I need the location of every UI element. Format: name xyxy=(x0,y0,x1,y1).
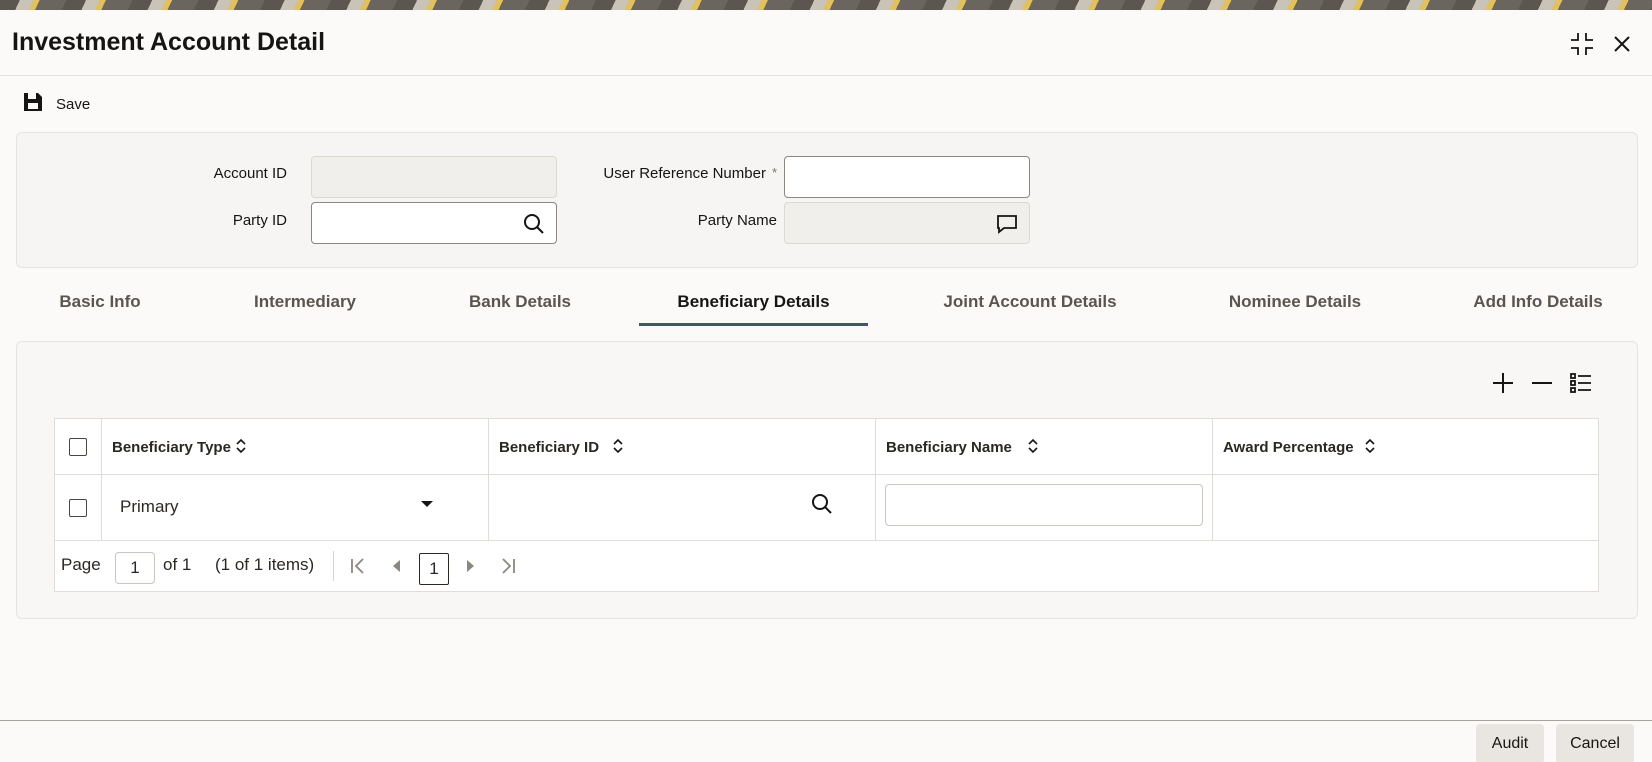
pager-divider xyxy=(333,551,334,581)
award-percentage-cell[interactable] xyxy=(1213,475,1598,541)
pagination-bar: Page 1 of 1 (1 of 1 items) 1 xyxy=(55,541,1600,591)
user-reference-input[interactable] xyxy=(784,156,1030,198)
beneficiary-id-cell[interactable] xyxy=(489,475,876,541)
header-beneficiary-name[interactable]: Beneficiary Name xyxy=(876,419,1213,475)
column-label: Award Percentage xyxy=(1223,439,1354,456)
footer-divider xyxy=(0,720,1652,721)
select-all-checkbox[interactable] xyxy=(69,438,87,456)
party-name-label: Party Name xyxy=(697,212,777,229)
save-label: Save xyxy=(56,95,91,113)
sort-icon[interactable] xyxy=(611,436,625,456)
caret-down-icon xyxy=(421,501,433,507)
maximize-icon[interactable] xyxy=(1568,30,1596,58)
header-beneficiary-id[interactable]: Beneficiary ID xyxy=(489,419,876,475)
party-name-field xyxy=(784,202,1030,244)
current-page-button[interactable]: 1 xyxy=(419,553,449,585)
tab-joint-account-details[interactable]: Joint Account Details xyxy=(920,286,1140,326)
user-reference-label: User Reference Number * xyxy=(577,165,777,182)
tab-bank-details[interactable]: Bank Details xyxy=(440,286,600,326)
tab-bar: Basic Info Intermediary Bank Details Ben… xyxy=(0,286,1652,326)
account-id-label: Account ID xyxy=(213,165,287,182)
party-id-input[interactable] xyxy=(311,202,557,244)
search-icon[interactable] xyxy=(811,493,835,517)
tab-basic-info[interactable]: Basic Info xyxy=(40,286,160,326)
beneficiary-name-input[interactable] xyxy=(885,484,1203,526)
header-beneficiary-type[interactable]: Beneficiary Type xyxy=(102,419,489,475)
next-page-icon[interactable] xyxy=(460,555,482,577)
user-reference-label-text: User Reference Number xyxy=(603,165,766,182)
page-label: Page xyxy=(61,555,101,574)
beneficiary-name-cell xyxy=(876,475,1213,541)
tab-intermediary[interactable]: Intermediary xyxy=(220,286,390,326)
first-page-icon[interactable] xyxy=(347,555,369,577)
title-divider xyxy=(0,75,1652,76)
minus-icon[interactable] xyxy=(1527,368,1557,398)
dialog-window: Investment Account Detail Save Account I… xyxy=(0,10,1652,762)
search-icon[interactable] xyxy=(522,212,546,236)
header-panel: Account ID Party ID User Reference Numbe… xyxy=(16,132,1638,268)
tab-nominee-details[interactable]: Nominee Details xyxy=(1200,286,1390,326)
page-number-input[interactable]: 1 xyxy=(115,552,155,584)
select-all-cell xyxy=(55,419,102,475)
save-button[interactable]: Save xyxy=(22,90,90,118)
sort-icon[interactable] xyxy=(234,436,248,456)
row-checkbox[interactable] xyxy=(69,499,87,517)
account-id-field xyxy=(311,156,557,198)
beneficiary-type-value: Primary xyxy=(120,497,179,516)
tab-beneficiary-details[interactable]: Beneficiary Details xyxy=(639,286,868,326)
column-label: Beneficiary Type xyxy=(112,439,231,456)
close-icon[interactable] xyxy=(1608,30,1636,58)
tab-add-info-details[interactable]: Add Info Details xyxy=(1450,286,1626,326)
items-count-text: (1 of 1 items) xyxy=(215,555,315,574)
last-page-icon[interactable] xyxy=(497,555,519,577)
sort-icon[interactable] xyxy=(1026,436,1040,456)
party-id-label: Party ID xyxy=(232,212,287,229)
audit-button[interactable]: Audit xyxy=(1476,724,1544,762)
previous-page-icon[interactable] xyxy=(385,555,407,577)
save-icon xyxy=(22,91,44,118)
sort-icon[interactable] xyxy=(1363,436,1377,456)
cancel-button[interactable]: Cancel xyxy=(1556,724,1634,762)
top-decorative-band xyxy=(0,0,1652,10)
beneficiary-type-select[interactable]: Primary xyxy=(102,475,489,541)
column-label: Beneficiary Name xyxy=(886,439,1012,456)
list-icon[interactable] xyxy=(1566,368,1596,398)
header-award-percentage[interactable]: Award Percentage xyxy=(1213,419,1598,475)
page-title: Investment Account Detail xyxy=(12,28,326,56)
page-of-text: of 1 xyxy=(163,555,192,574)
table-row-select-cell xyxy=(55,475,102,541)
required-indicator: * xyxy=(771,165,777,180)
column-label: Beneficiary ID xyxy=(499,439,600,456)
plus-icon[interactable] xyxy=(1488,368,1518,398)
beneficiary-table: Beneficiary Type Beneficiary ID Benefici… xyxy=(54,418,1599,592)
message-icon[interactable] xyxy=(995,212,1019,236)
